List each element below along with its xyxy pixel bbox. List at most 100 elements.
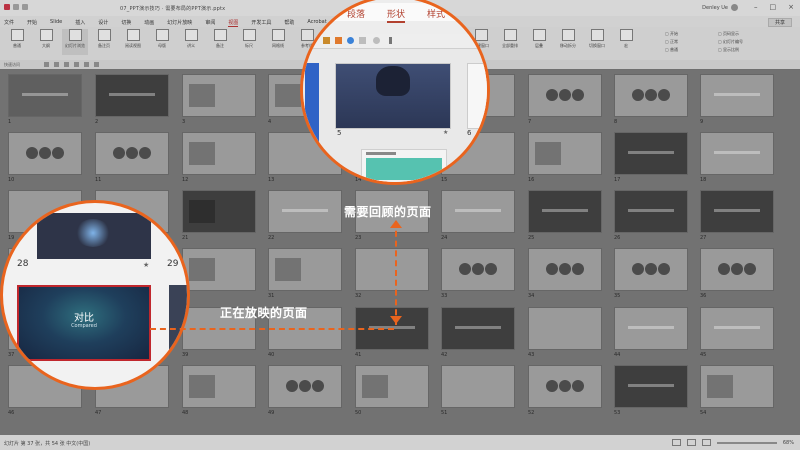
ribbon-button[interactable]: 讲义 <box>178 29 204 55</box>
quick-access-toolbar[interactable] <box>4 4 28 10</box>
ribbon-button[interactable]: 网格线 <box>265 29 291 55</box>
tab-shape[interactable]: 形状 <box>387 7 406 23</box>
slide-thumbnail[interactable] <box>700 365 774 408</box>
slide-thumb-5[interactable] <box>335 63 451 129</box>
maximize-icon[interactable]: □ <box>770 3 777 11</box>
tool-icon[interactable] <box>54 62 59 67</box>
tool-icon[interactable] <box>94 62 99 67</box>
ribbon-button[interactable]: 备注 <box>207 29 233 55</box>
slide-thumbnail[interactable] <box>528 190 602 233</box>
menu-tab[interactable]: 幻灯片放映 <box>167 19 192 27</box>
tool-icon[interactable] <box>44 62 49 67</box>
user-name[interactable]: Denley Ue <box>702 5 728 11</box>
ribbon-button[interactable]: 阅读视图 <box>120 29 146 55</box>
image-icon[interactable] <box>335 37 342 44</box>
slide-thumbnail[interactable] <box>95 74 169 117</box>
close-icon[interactable]: × <box>788 3 794 11</box>
ribbon-button[interactable]: 宏 <box>613 29 639 55</box>
slide-thumbnail[interactable] <box>614 307 688 350</box>
slide-thumbnail[interactable] <box>268 190 342 233</box>
zoom-slider[interactable] <box>716 441 777 444</box>
slide-thumbnail[interactable] <box>700 307 774 350</box>
ribbon-button[interactable]: 母版 <box>149 29 175 55</box>
slide-thumbnail[interactable] <box>700 74 774 117</box>
slide-thumbnail[interactable] <box>355 248 429 291</box>
slide-thumbnail[interactable] <box>8 132 82 175</box>
reading-view-icon[interactable] <box>701 439 711 446</box>
ribbon-option[interactable]: ▢ 正常 <box>665 38 678 46</box>
ribbon-button[interactable]: 大纲 <box>33 29 59 55</box>
slide-thumbnail[interactable] <box>614 132 688 175</box>
menu-tab[interactable]: Slide <box>50 19 62 27</box>
slide-thumbnail[interactable] <box>182 132 256 175</box>
tool-icon[interactable] <box>64 62 69 67</box>
ribbon-options-group-2[interactable]: ▢ 页码显示 ▢ 幻灯片编号 ▢ 显示比例 <box>718 30 743 54</box>
shape-icon[interactable] <box>359 37 366 44</box>
menu-tab[interactable]: 视图 <box>228 19 239 27</box>
slide-thumb-blue[interactable] <box>305 63 319 143</box>
ribbon-button[interactable]: 标尺 <box>236 29 262 55</box>
minimize-icon[interactable]: – <box>754 3 758 11</box>
ribbon-button[interactable]: 备注页 <box>91 29 117 55</box>
slide-thumbnail[interactable] <box>700 132 774 175</box>
slide-thumbnail[interactable] <box>528 74 602 117</box>
slide-thumbnail[interactable] <box>700 248 774 291</box>
menu-tab[interactable]: 文件 <box>4 19 14 27</box>
menu-tab[interactable]: 开始 <box>27 19 37 27</box>
menu-tab[interactable]: 切换 <box>121 19 131 27</box>
sorter-view-icon[interactable] <box>686 439 696 446</box>
slide-thumbnail[interactable] <box>268 248 342 291</box>
tool-icon[interactable] <box>74 62 79 67</box>
share-button[interactable]: 共享 <box>767 18 792 27</box>
menu-tab[interactable]: 帮助 <box>284 19 294 27</box>
slide-thumbnail[interactable] <box>528 132 602 175</box>
slide-thumbnail[interactable] <box>700 190 774 233</box>
zoom-level[interactable]: 68% <box>783 440 794 446</box>
slide-thumb-28[interactable] <box>37 213 151 259</box>
ribbon-button[interactable]: 切换窗口 <box>584 29 610 55</box>
slide-thumbnail[interactable] <box>182 365 256 408</box>
menu-tab[interactable]: 插入 <box>75 19 85 27</box>
more-icon[interactable] <box>389 37 392 44</box>
ribbon-option[interactable]: ▢ 显示比例 <box>718 46 743 54</box>
ribbon-option[interactable]: ▢ 幻灯片编号 <box>718 38 743 46</box>
ribbon-option[interactable]: ▢ 开始 <box>665 30 678 38</box>
slide-thumbnail[interactable] <box>528 307 602 350</box>
ribbon-option[interactable]: ▢ 普通 <box>665 46 678 54</box>
slide-thumbnail[interactable] <box>182 248 256 291</box>
slide-thumbnail[interactable] <box>441 190 515 233</box>
slide-thumbnail[interactable] <box>614 248 688 291</box>
slide-thumbnail[interactable] <box>441 248 515 291</box>
tool-icon[interactable] <box>84 62 89 67</box>
slide-thumbnail[interactable] <box>8 74 82 117</box>
ribbon-button[interactable]: 普通 <box>4 29 30 55</box>
slide-thumbnail[interactable] <box>182 190 256 233</box>
save-icon[interactable] <box>4 4 10 10</box>
ribbon-button[interactable]: 幻灯片浏览 <box>62 29 88 55</box>
slide-thumbnail[interactable] <box>95 132 169 175</box>
slide-thumbnail[interactable] <box>355 365 429 408</box>
slide-thumb-teal[interactable] <box>361 149 447 182</box>
menu-tab[interactable]: 动画 <box>144 19 154 27</box>
circle-icon[interactable] <box>373 37 380 44</box>
slide-thumbnail[interactable] <box>441 307 515 350</box>
ribbon-button[interactable]: 全部重排 <box>497 29 523 55</box>
ribbon-options-group-1[interactable]: ▢ 开始 ▢ 正常 ▢ 普通 <box>665 30 678 54</box>
menu-tab[interactable]: 开发工具 <box>251 19 271 27</box>
tab-paragraph[interactable]: 段落 <box>347 7 365 20</box>
globe-icon[interactable] <box>347 37 354 44</box>
avatar[interactable] <box>731 4 738 11</box>
undo-icon[interactable] <box>13 4 19 10</box>
menu-tab[interactable]: 设计 <box>98 19 108 27</box>
slide-thumbnail[interactable] <box>614 74 688 117</box>
slide-thumbnail[interactable] <box>528 365 602 408</box>
toolbar-tools[interactable] <box>44 62 99 67</box>
ribbon-option[interactable]: ▢ 页码显示 <box>718 30 743 38</box>
menu-tab[interactable]: 审阅 <box>205 19 215 27</box>
slide-thumbnail[interactable] <box>182 74 256 117</box>
ribbon-button[interactable]: 层叠 <box>526 29 552 55</box>
slide-thumbnail[interactable] <box>268 365 342 408</box>
slide-thumbnail[interactable] <box>528 248 602 291</box>
slide-thumbnail[interactable] <box>614 190 688 233</box>
ribbon-button[interactable]: 移动拆分 <box>555 29 581 55</box>
